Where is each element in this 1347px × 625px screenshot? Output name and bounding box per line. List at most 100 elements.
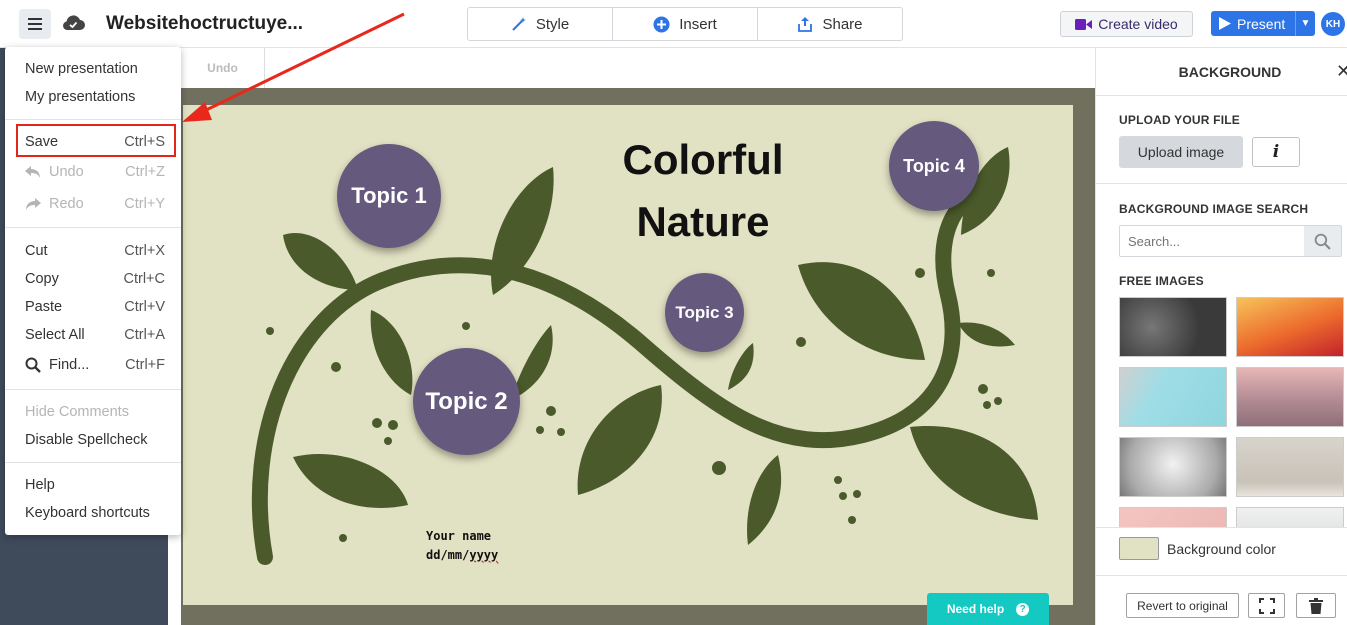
style-button[interactable]: Style — [468, 8, 613, 40]
image-orange-sunset[interactable] — [1236, 297, 1344, 357]
menu-item-label: Select All — [25, 327, 85, 343]
menu-item-copy[interactable]: Copy Ctrl+C — [5, 266, 181, 292]
menu-shortcut: Ctrl+C — [123, 271, 166, 287]
panel-divider — [1096, 527, 1347, 528]
close-icon[interactable]: ✕ — [1336, 61, 1347, 82]
topic-4-circle[interactable]: Topic 4 — [889, 121, 979, 211]
save-highlight-box — [16, 124, 176, 157]
menu-item-label: Disable Spellcheck — [25, 432, 148, 448]
image-world-map[interactable] — [1119, 297, 1227, 357]
revert-to-original-button[interactable]: Revert to original — [1126, 593, 1239, 618]
slide-title-line-2: Nature — [636, 198, 770, 245]
menu-item-my-presentations[interactable]: My presentations — [5, 84, 181, 110]
menu-item-label: My presentations — [25, 89, 136, 105]
topic-3-circle[interactable]: Topic 3 — [665, 273, 744, 352]
slide-title-line-1: Colorful — [622, 136, 784, 183]
topic-1-circle[interactable]: Topic 1 — [337, 144, 441, 248]
topic-2-circle[interactable]: Topic 2 — [413, 348, 520, 455]
date-prefix: dd/mm/ — [426, 548, 470, 562]
need-help-label: Need help — [946, 602, 1005, 616]
hamburger-menu-button[interactable] — [19, 9, 51, 39]
present-dropdown-caret-icon[interactable]: ▼ — [1295, 11, 1315, 36]
play-icon — [1219, 17, 1231, 30]
menu-item-cut[interactable]: Cut Ctrl+X — [5, 238, 181, 264]
share-icon — [798, 17, 813, 32]
menu-shortcut: Ctrl+Y — [124, 196, 165, 212]
menu-shortcut: Ctrl+Z — [125, 164, 165, 180]
image-gray-vignette[interactable] — [1119, 437, 1227, 497]
main-menu-dropdown: New presentation My presentations Save Ct… — [5, 47, 181, 535]
search-button[interactable] — [1304, 226, 1341, 256]
menu-item-help[interactable]: Help — [5, 472, 181, 498]
menu-item-new-presentation[interactable]: New presentation — [5, 56, 181, 82]
present-button[interactable]: Present ▼ — [1211, 11, 1315, 36]
menu-item-label: Copy — [25, 271, 59, 287]
search-icon — [1314, 233, 1331, 250]
slide-title[interactable]: Colorful Nature — [588, 129, 818, 253]
menu-item-paste[interactable]: Paste Ctrl+V — [5, 294, 181, 320]
free-images-heading: FREE IMAGES — [1119, 274, 1204, 288]
toolbar-tabs: Style Insert Share — [467, 7, 903, 41]
menu-item-label: Help — [25, 477, 55, 493]
menu-item-keyboard-shortcuts[interactable]: Keyboard shortcuts — [5, 500, 181, 526]
info-button[interactable]: i — [1252, 137, 1300, 167]
top-bar: Websitehoctructuye... Style Insert Share… — [0, 0, 1347, 48]
background-panel: BACKGROUND ✕ UPLOAD YOUR FILE Upload ima… — [1095, 48, 1347, 625]
menu-item-label: Find... — [49, 357, 90, 373]
magic-wand-icon — [512, 17, 526, 31]
menu-item-label: Cut — [25, 243, 48, 259]
panel-divider — [1096, 575, 1347, 576]
menu-item-select-all[interactable]: Select All Ctrl+A — [5, 322, 181, 348]
fullscreen-button[interactable] — [1248, 593, 1285, 618]
menu-item-disable-spellcheck[interactable]: Disable Spellcheck — [5, 427, 181, 453]
menu-item-undo[interactable]: Undo Ctrl+Z — [5, 159, 181, 185]
image-pink-lake[interactable] — [1236, 367, 1344, 427]
create-video-button[interactable]: Create video — [1060, 11, 1193, 37]
panel-divider — [1096, 95, 1347, 96]
insert-label: Insert — [679, 15, 717, 33]
menu-item-label: Keyboard shortcuts — [25, 505, 150, 521]
slide-canvas[interactable]: Colorful Nature Topic 1 Topic 2 Topic 3 … — [183, 105, 1073, 605]
author-name: Your name — [426, 529, 492, 543]
menu-item-redo[interactable]: Redo Ctrl+Y — [5, 191, 181, 217]
share-label: Share — [822, 15, 863, 33]
author-text[interactable]: Your name dd/mm/yyyy — [426, 527, 498, 565]
author-date: dd/mm/yyyy — [426, 546, 498, 565]
menu-item-label: Undo — [49, 164, 84, 180]
search-heading: BACKGROUND IMAGE SEARCH — [1119, 202, 1309, 216]
date-suffix: yyyy — [469, 548, 499, 562]
document-title[interactable]: Websitehoctructuye... — [106, 13, 303, 35]
insert-button[interactable]: Insert — [613, 8, 758, 40]
menu-item-find[interactable]: Find... Ctrl+F — [5, 352, 181, 378]
menu-shortcut: Ctrl+X — [124, 243, 165, 259]
menu-item-label: Redo — [49, 196, 84, 212]
video-camera-icon — [1075, 18, 1093, 30]
image-plant-room[interactable] — [1236, 437, 1344, 497]
menu-divider — [5, 389, 181, 390]
menu-item-label: Hide Comments — [25, 404, 129, 420]
plus-circle-icon — [653, 16, 670, 32]
upload-image-button[interactable]: Upload image — [1119, 136, 1243, 168]
user-avatar[interactable]: KH — [1321, 12, 1345, 36]
redo-icon — [25, 198, 45, 210]
share-button[interactable]: Share — [758, 8, 902, 40]
undo-icon — [25, 166, 45, 178]
image-laptop-coffee[interactable] — [1119, 367, 1227, 427]
menu-shortcut: Ctrl+A — [124, 327, 165, 343]
present-label: Present — [1237, 15, 1286, 32]
background-search-field — [1119, 225, 1342, 257]
menu-item-hide-comments[interactable]: Hide Comments — [5, 399, 181, 425]
menu-divider — [5, 227, 181, 228]
upload-heading: UPLOAD YOUR FILE — [1119, 113, 1240, 127]
panel-divider — [1096, 183, 1347, 184]
trash-icon — [1309, 597, 1323, 614]
delete-background-button[interactable] — [1296, 593, 1336, 618]
background-color-swatch[interactable] — [1119, 537, 1159, 560]
menu-item-label: New presentation — [25, 61, 138, 77]
image-misty-forest[interactable] — [1236, 507, 1344, 527]
image-pink-marble[interactable] — [1119, 507, 1227, 527]
cloud-saved-icon — [61, 13, 85, 36]
need-help-button[interactable]: Need help ? — [927, 593, 1049, 625]
undo-button[interactable]: Undo — [181, 48, 265, 88]
search-input[interactable] — [1120, 226, 1304, 256]
